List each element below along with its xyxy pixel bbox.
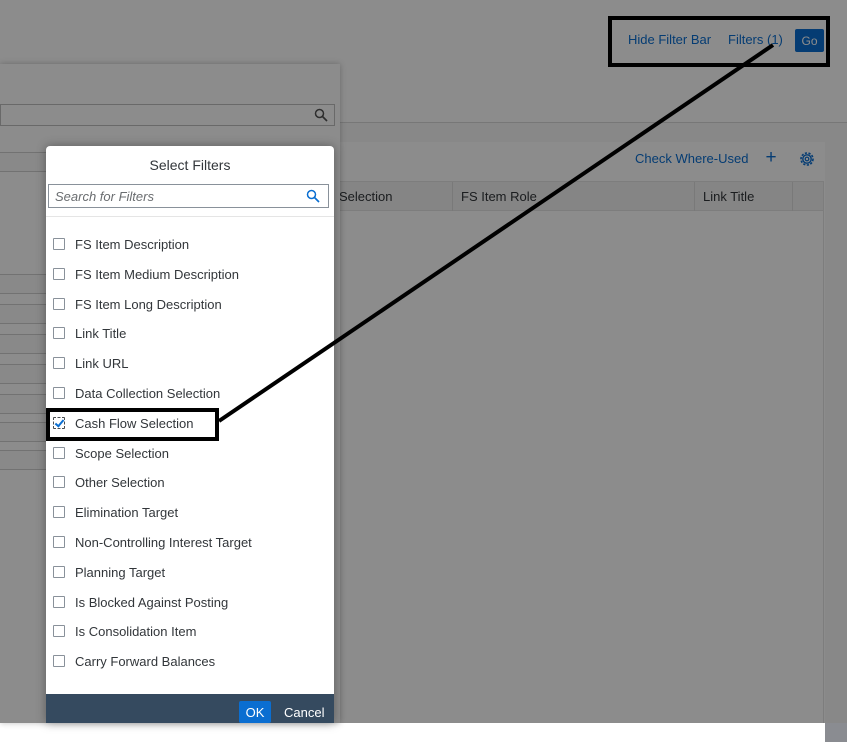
annotation-arrow-line <box>217 43 775 423</box>
